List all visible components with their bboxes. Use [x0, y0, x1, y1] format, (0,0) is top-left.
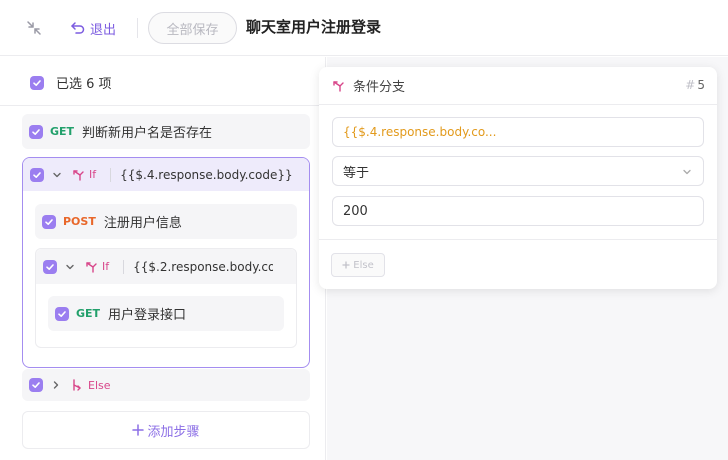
branch-icon — [86, 261, 97, 273]
condition-value-input[interactable]: 200 — [332, 196, 704, 226]
step-user-login[interactable]: GET 用户登录接口 — [48, 296, 284, 331]
plus-icon — [342, 261, 350, 269]
select-all-checkbox[interactable] — [30, 75, 44, 90]
divider — [0, 105, 326, 106]
method-badge: POST — [63, 215, 96, 228]
collapse-icon[interactable] — [24, 18, 44, 38]
step-label: 判断新用户名是否存在 — [82, 126, 213, 141]
operator-value: 等于 — [343, 165, 370, 181]
step-checkbox[interactable] — [29, 124, 43, 139]
selection-count-label: 已选 6 项 — [56, 77, 112, 92]
step-register-user[interactable]: POST 注册用户信息 — [35, 204, 297, 239]
divider — [110, 167, 112, 182]
nested-if-block: If {{$.2.response.body.code}} GET 用户登录接口 — [35, 248, 297, 348]
step-label: 注册用户信息 — [103, 216, 182, 231]
if-keyword: If — [89, 168, 97, 181]
step-checkbox[interactable] — [42, 214, 56, 229]
divider — [137, 18, 138, 38]
else-branch-icon — [73, 379, 81, 391]
if-condition: {{$.4.response.body.code}} — [120, 167, 293, 182]
step-label: 用户登录接口 — [108, 308, 187, 323]
else-keyword: Else — [88, 378, 111, 392]
add-step-button[interactable]: 添加步骤 — [22, 411, 310, 449]
condition-branch-card: 条件分支 #5 {{$.4.response.body.co... 等于 200… — [319, 67, 717, 289]
step-number-value: 5 — [697, 78, 705, 92]
plus-icon — [132, 424, 145, 436]
branch-icon — [333, 80, 344, 92]
chevron-down-icon[interactable] — [51, 169, 63, 181]
chevron-down-icon[interactable] — [64, 261, 76, 273]
method-badge: GET — [50, 125, 75, 138]
if-block: If {{$.4.response.body.code}} POST 注册用户信… — [22, 157, 310, 368]
selection-summary: 已选 6 项 — [30, 73, 112, 92]
step-number: #5 — [685, 78, 705, 92]
if-condition: {{$.2.response.body.code}} — [133, 259, 274, 274]
else-block-header[interactable]: Else — [22, 369, 310, 401]
chevron-right-icon[interactable] — [50, 379, 62, 391]
if-keyword: If — [102, 260, 110, 273]
add-else-button[interactable]: Else — [331, 253, 385, 277]
if-header[interactable]: If {{$.4.response.body.code}} — [23, 158, 309, 191]
operator-select[interactable]: 等于 — [332, 156, 704, 186]
step-checkbox[interactable] — [55, 306, 69, 321]
nested-if-header[interactable]: If {{$.2.response.body.code}} — [36, 249, 296, 284]
exit-label: 退出 — [90, 22, 117, 38]
step-checkbox[interactable] — [43, 259, 57, 274]
method-badge: GET — [76, 307, 101, 320]
hash-icon: # — [685, 78, 696, 92]
undo-icon — [71, 22, 85, 34]
divider — [123, 259, 125, 274]
step-check-username[interactable]: GET 判断新用户名是否存在 — [22, 114, 310, 149]
else-button-label: Else — [353, 259, 374, 271]
add-step-label: 添加步骤 — [147, 424, 200, 440]
chevron-down-icon — [683, 169, 691, 175]
card-header: 条件分支 #5 — [319, 67, 717, 105]
condition-variable-input[interactable]: {{$.4.response.body.co... — [332, 117, 704, 147]
exit-button[interactable]: 退出 — [70, 18, 116, 38]
divider — [319, 239, 717, 240]
page-title: 聊天室用户注册登录 — [246, 18, 382, 36]
step-checkbox[interactable] — [30, 167, 44, 182]
step-checkbox[interactable] — [29, 378, 43, 392]
branch-icon — [73, 169, 84, 181]
if-body: POST 注册用户信息 If {{$.2.response.body.code}… — [35, 204, 299, 349]
step-list-panel: 已选 6 项 GET 判断新用户名是否存在 If {{$.4.response.… — [0, 57, 326, 460]
card-title: 条件分支 — [353, 80, 406, 95]
save-all-button[interactable]: 全部保存 — [148, 12, 237, 44]
top-toolbar: 退出 全部保存 聊天室用户注册登录 — [0, 0, 728, 56]
